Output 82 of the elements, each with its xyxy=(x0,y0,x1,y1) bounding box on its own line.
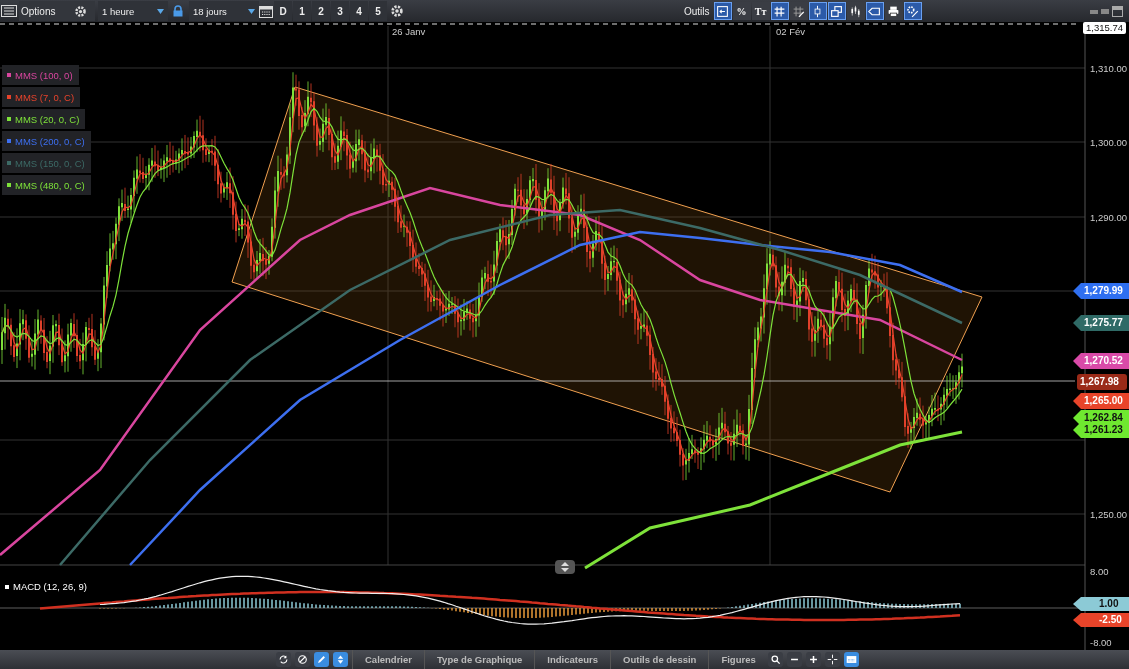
printer-icon xyxy=(887,4,901,18)
tool-button[interactable] xyxy=(884,2,903,20)
period-button[interactable]: 1 xyxy=(293,1,311,21)
grid-pencil-icon xyxy=(792,4,806,18)
tool-button[interactable] xyxy=(805,652,821,667)
tool-button[interactable] xyxy=(789,2,808,20)
tool-button[interactable]: % xyxy=(732,2,751,20)
price-tag: 1,261.23 xyxy=(1073,422,1129,438)
date-label: 02 Fév xyxy=(776,26,806,37)
tool-button[interactable] xyxy=(903,2,922,20)
crosshair-icon xyxy=(826,654,838,665)
price-tag: 1,270.52 xyxy=(1073,353,1129,369)
tool-button[interactable] xyxy=(843,652,859,667)
minimize-icon[interactable] xyxy=(1090,8,1098,14)
price-tag: 1,275.77 xyxy=(1073,315,1129,331)
indicator-legend-item[interactable]: MMS (20, 0, C) xyxy=(2,109,86,129)
tool-button[interactable] xyxy=(846,2,865,20)
tool-button[interactable] xyxy=(770,2,789,20)
interval-dropdown[interactable]: 1 heure xyxy=(98,1,168,21)
indicator-legend-item[interactable]: MMS (480, 0, C) xyxy=(2,175,91,195)
menu-tab[interactable]: Calendrier xyxy=(352,650,424,669)
ban-icon xyxy=(297,654,308,665)
tool-button[interactable] xyxy=(865,2,884,20)
gear-pencil-icon xyxy=(906,4,920,18)
axis-tick-label: 1,300.00 xyxy=(1090,137,1127,148)
tool-button[interactable] xyxy=(808,2,827,20)
restore-icon[interactable] xyxy=(1101,8,1109,14)
tool-button[interactable] xyxy=(824,652,840,667)
tool-button[interactable] xyxy=(295,652,310,667)
tool-button[interactable] xyxy=(276,652,291,667)
period-button[interactable]: 3 xyxy=(331,1,349,21)
lock-icon[interactable] xyxy=(173,5,183,17)
macd-legend-item[interactable]: MACD (12, 26, 9) xyxy=(5,581,87,592)
grid-icon xyxy=(773,4,787,18)
axis-tick-label: -8.00 xyxy=(1090,637,1112,648)
menu-tab[interactable]: Outils de dessin xyxy=(610,650,709,669)
refresh-icon xyxy=(278,654,289,665)
tool-button[interactable] xyxy=(786,652,802,667)
calendar-icon xyxy=(845,654,857,665)
caret-icon xyxy=(157,8,164,14)
candlesticks-icon xyxy=(849,4,863,18)
date-label: 26 Janv xyxy=(392,26,426,37)
macd-value-tag: 1.00 xyxy=(1073,597,1129,611)
tools-label: Outils xyxy=(684,5,710,17)
indicator-legend-item[interactable]: MMS (7, 0, C) xyxy=(2,87,81,107)
exit-icon xyxy=(716,4,730,18)
overlapping-squares-icon xyxy=(830,4,844,18)
up-down-arrows-icon xyxy=(335,654,346,665)
period-button[interactable]: 2 xyxy=(312,1,330,21)
settings-icon[interactable] xyxy=(390,4,404,18)
calendar-icon[interactable] xyxy=(259,4,273,18)
axis-tick-label: 1,250.00 xyxy=(1090,509,1127,520)
tool-button[interactable] xyxy=(713,2,732,20)
period-button[interactable]: D xyxy=(274,1,292,21)
menu-icon[interactable] xyxy=(1,5,17,17)
period-button[interactable]: 5 xyxy=(369,1,387,21)
menu-tab[interactable]: Indicateurs xyxy=(534,650,611,669)
menu-tab[interactable]: Figures xyxy=(708,650,768,669)
current-price-tag: 1,267.98 xyxy=(1077,374,1127,390)
range-dropdown[interactable]: 18 jours xyxy=(189,1,259,21)
axis-tick-label: 8.00 xyxy=(1090,566,1109,577)
axis-tick-label: 1,310.00 xyxy=(1090,63,1127,74)
menu-tab[interactable]: Type de Graphique xyxy=(424,650,535,669)
tool-button[interactable]: Tт xyxy=(751,2,770,20)
search-icon xyxy=(769,654,781,665)
price-tag: 1,265.00 xyxy=(1073,393,1129,409)
axis-tick-label: 1,290.00 xyxy=(1090,212,1127,223)
macd-value-tag: -2.50 xyxy=(1073,613,1129,627)
tool-button[interactable] xyxy=(827,2,846,20)
price-tag: 1,279.99 xyxy=(1073,283,1129,299)
indicator-legend-item[interactable]: MMS (100, 0) xyxy=(2,65,79,85)
tool-button[interactable] xyxy=(767,652,783,667)
plus-icon xyxy=(807,654,819,665)
price-label: 1,315.74 xyxy=(1083,22,1126,34)
indicator-legend-item[interactable]: MMS (200, 0, C) xyxy=(2,131,91,151)
period-button[interactable]: 4 xyxy=(350,1,368,21)
maximize-icon[interactable] xyxy=(1112,5,1123,17)
caret-icon xyxy=(248,8,255,14)
pencil-icon xyxy=(316,654,327,665)
tool-button[interactable] xyxy=(333,652,348,667)
settings-icon[interactable] xyxy=(74,4,87,18)
scroll-handle[interactable] xyxy=(555,560,575,574)
